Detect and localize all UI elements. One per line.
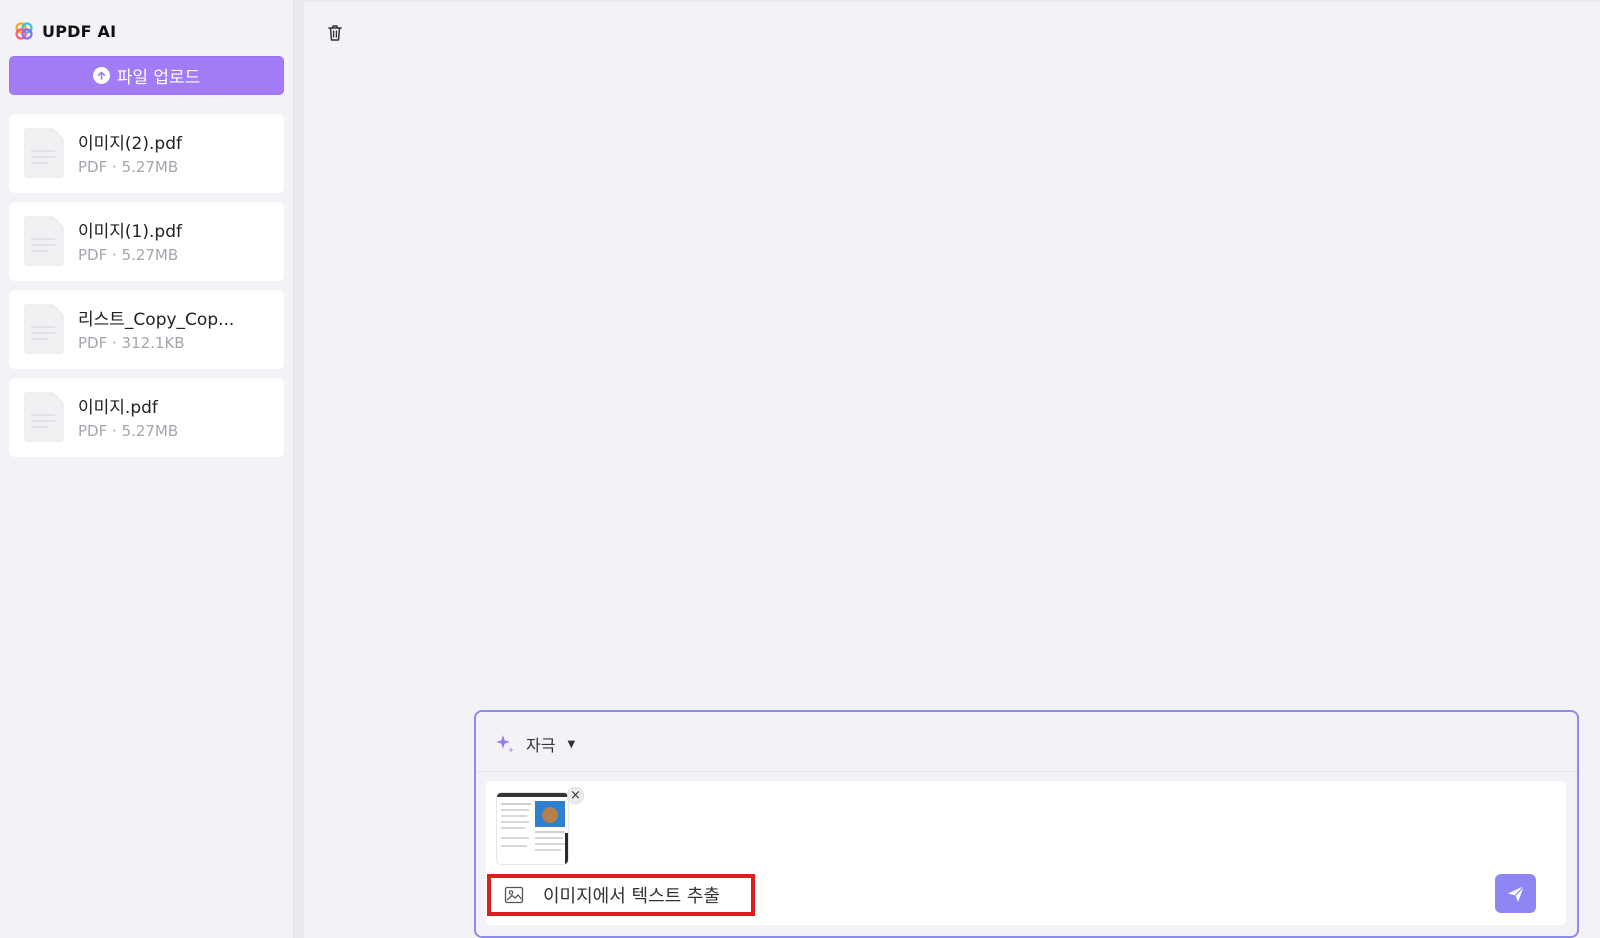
chevron-down-icon: ▼ xyxy=(567,738,576,750)
document-icon xyxy=(24,216,64,266)
document-icon xyxy=(24,392,64,442)
file-meta: PDF · 312.1KB xyxy=(78,334,185,352)
prompt-mode-dropdown[interactable]: 자극 ▼ xyxy=(494,732,575,756)
document-icon xyxy=(24,304,64,354)
chat-input-row xyxy=(487,874,755,916)
prompt-mode-label: 자극 xyxy=(526,736,556,755)
updf-logo-icon xyxy=(15,22,33,40)
file-name: 리스트_Copy_Cop... xyxy=(78,310,235,330)
send-icon xyxy=(1507,885,1524,902)
file-meta: PDF · 5.27MB xyxy=(78,158,179,176)
file-name: 이미지.pdf xyxy=(78,398,158,418)
chat-input-area: × xyxy=(486,781,1566,925)
divider xyxy=(476,771,1577,772)
document-icon xyxy=(24,128,64,178)
upload-file-label: 파일 업로드 xyxy=(116,68,201,88)
image-icon[interactable] xyxy=(503,884,525,906)
send-button[interactable] xyxy=(1495,874,1536,913)
file-list: 이미지(2).pdf PDF · 5.27MB 이미지(1).pdf PDF ·… xyxy=(9,114,284,466)
brand: UPDF AI xyxy=(14,20,116,42)
attachment-thumbnail[interactable] xyxy=(496,792,569,865)
document-preview-icon xyxy=(497,793,568,864)
trash-icon[interactable] xyxy=(324,22,346,44)
file-item[interactable]: 이미지.pdf PDF · 5.27MB xyxy=(9,378,284,457)
chat-message-input[interactable] xyxy=(543,884,733,906)
file-name: 이미지(1).pdf xyxy=(78,222,182,242)
main-panel: 자극 ▼ × 이미지에서 텍스트 추출 xyxy=(304,2,1600,938)
chat-box: 자극 ▼ × 이미지에서 텍스트 추출 xyxy=(474,710,1579,938)
upload-file-button[interactable]: 파일 업로드 xyxy=(9,56,284,95)
file-item[interactable]: 이미지(1).pdf PDF · 5.27MB xyxy=(9,202,284,281)
file-item[interactable]: 리스트_Copy_Cop... PDF · 312.1KB xyxy=(9,290,284,369)
app-title: UPDF AI xyxy=(42,21,117,41)
file-item[interactable]: 이미지(2).pdf PDF · 5.27MB xyxy=(9,114,284,193)
file-meta: PDF · 5.27MB xyxy=(78,422,179,440)
sidebar: UPDF AI 파일 업로드 이미지(2).pdf PDF · 5.27MB 이… xyxy=(0,0,294,938)
file-meta: PDF · 5.27MB xyxy=(78,246,179,264)
remove-attachment-button[interactable]: × xyxy=(567,787,584,804)
file-name: 이미지(2).pdf xyxy=(78,134,182,154)
sparkle-icon xyxy=(496,735,514,753)
arrow-up-circle-icon xyxy=(92,67,110,84)
close-icon: × xyxy=(570,788,581,803)
